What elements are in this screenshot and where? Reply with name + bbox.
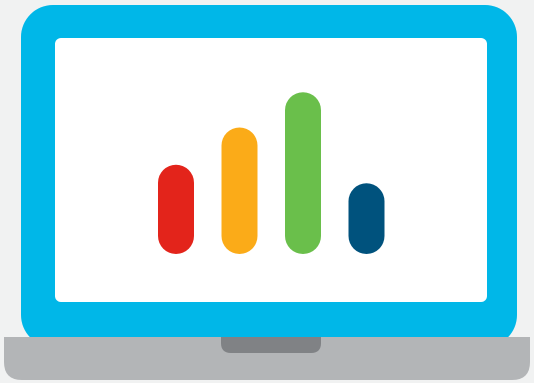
laptop-screen-display	[55, 38, 487, 302]
red-bar	[158, 164, 194, 254]
navy-bar	[348, 183, 385, 254]
illustration-canvas	[0, 0, 534, 383]
orange-bar	[221, 127, 258, 254]
laptop-chart-icon	[4, 5, 530, 380]
green-bar	[285, 92, 321, 254]
laptop-base-notch	[221, 337, 321, 353]
